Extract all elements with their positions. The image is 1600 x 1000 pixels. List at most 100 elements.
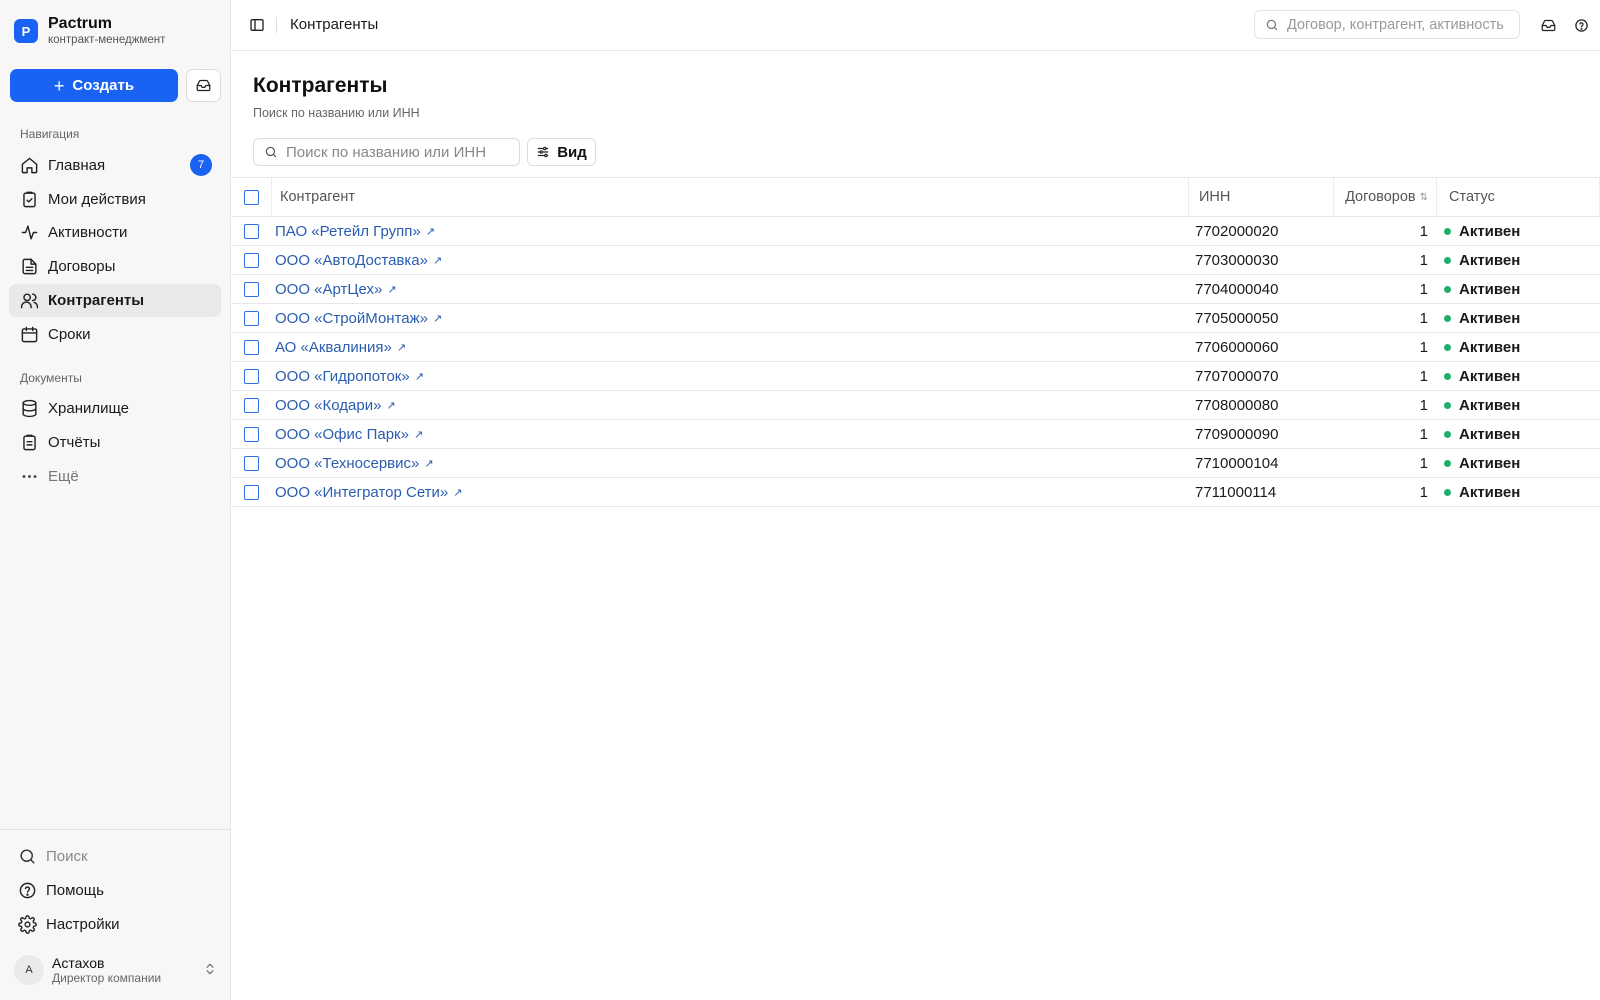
- contracts-count-cell: 1: [1419, 222, 1428, 240]
- counterparty-search[interactable]: [253, 138, 520, 166]
- status-badge: Активен: [1459, 309, 1521, 327]
- counterparties-table: Контрагент ИНН Договоров ⇅ Статус ПАО «Ре…: [231, 177, 1600, 507]
- sidebar-item-reports[interactable]: Отчёты: [9, 426, 221, 459]
- brand-subtitle: контракт-менеджмент: [48, 34, 166, 46]
- inn-cell: 7702000020: [1195, 222, 1279, 240]
- sidebar-item-deadlines[interactable]: Сроки: [9, 318, 221, 351]
- counterparty-search-input[interactable]: [286, 143, 516, 161]
- sidebar-item-contracts[interactable]: Договоры: [9, 250, 221, 283]
- sidebar-divider: [0, 829, 231, 830]
- contracts-count-cell: 1: [1419, 309, 1428, 327]
- sidebar-item-label: Отчёты: [48, 434, 101, 451]
- counterparty-link[interactable]: ООО «Техносервис»: [275, 455, 419, 472]
- sidebar-item-home[interactable]: Главная 7: [9, 149, 221, 182]
- row-checkbox[interactable]: [243, 252, 259, 268]
- more-icon: [19, 467, 39, 487]
- sidebar-settings[interactable]: Настройки: [9, 908, 221, 941]
- sidebar-item-label: Сроки: [48, 326, 91, 343]
- inbox-icon[interactable]: [1538, 15, 1558, 35]
- row-checkbox[interactable]: [243, 484, 259, 500]
- counterparty-link[interactable]: ООО «СтройМонтаж»: [275, 310, 428, 327]
- global-search[interactable]: [1254, 10, 1520, 39]
- topbar-divider: [276, 17, 277, 33]
- sidebar-item-more[interactable]: Ещё: [9, 460, 221, 493]
- page-subtitle: Поиск по названию или ИНН: [253, 106, 420, 120]
- sliders-icon: [537, 146, 549, 158]
- row-checkbox[interactable]: [243, 281, 259, 297]
- status-badge: Активен: [1459, 367, 1521, 385]
- table-row[interactable]: АО «Аквалиния» ↗ 7706000060 1 Активен: [231, 333, 1600, 362]
- chevrons-up-down-icon: [203, 961, 217, 982]
- table-body: ПАО «Ретейл Групп» ↗ 7702000020 1 Активен ООО…: [231, 217, 1600, 507]
- help-icon: [17, 881, 37, 901]
- activity-icon: [19, 223, 39, 243]
- avatar: А: [14, 955, 44, 985]
- column-header-status[interactable]: Статус: [1436, 177, 1600, 217]
- table-row[interactable]: ООО «Техносервис» ↗ 7710000104 1 Активен: [231, 449, 1600, 478]
- select-all-checkbox[interactable]: [243, 189, 259, 205]
- status-cell: Активен: [1436, 449, 1600, 478]
- status-cell: Активен: [1436, 275, 1600, 304]
- table-row[interactable]: ООО «Офис Парк» ↗ 7709000090 1 Активен: [231, 420, 1600, 449]
- external-link-icon: ↗: [425, 225, 435, 238]
- counterparty-link[interactable]: АО «Аквалиния»: [275, 339, 392, 356]
- counterparty-link[interactable]: ООО «АртЦех»: [275, 281, 382, 298]
- status-dot: [1444, 227, 1451, 235]
- row-checkbox[interactable]: [243, 426, 259, 442]
- row-checkbox[interactable]: [243, 397, 259, 413]
- inn-cell: 7710000104: [1195, 454, 1279, 472]
- status-badge: Активен: [1459, 338, 1521, 356]
- sidebar-item-counterparties[interactable]: Контрагенты: [9, 284, 221, 317]
- table-row[interactable]: ПАО «Ретейл Групп» ↗ 7702000020 1 Активен: [231, 217, 1600, 246]
- global-search-input[interactable]: [1287, 16, 1509, 33]
- status-dot: [1444, 256, 1451, 264]
- sidebar-search[interactable]: Поиск: [9, 840, 221, 873]
- search-icon: [1266, 19, 1278, 30]
- sidebar-toggle-icon[interactable]: [247, 15, 267, 35]
- counterparty-link[interactable]: ООО «Интегратор Сети»: [275, 484, 448, 501]
- sidebar-item-my-actions[interactable]: Мои действия: [9, 183, 221, 216]
- sidebar-item-activities[interactable]: Активности: [9, 216, 221, 249]
- counterparty-link[interactable]: ООО «Кодари»: [275, 397, 381, 414]
- table-row[interactable]: ООО «АвтоДоставка» ↗ 7703000030 1 Активен: [231, 246, 1600, 275]
- table-row[interactable]: ООО «СтройМонтаж» ↗ 7705000050 1 Активен: [231, 304, 1600, 333]
- create-button[interactable]: + Создать: [10, 69, 178, 102]
- help-icon[interactable]: [1571, 15, 1591, 35]
- sidebar-help[interactable]: Помощь: [9, 874, 221, 907]
- table-row[interactable]: ООО «Гидропоток» ↗ 7707000070 1 Активен: [231, 362, 1600, 391]
- sidebar-inbox-button[interactable]: [186, 69, 221, 102]
- column-header-contracts[interactable]: Договоров ⇅: [1333, 177, 1436, 217]
- brand[interactable]: P Pactrum контракт-менеджмент: [14, 15, 165, 47]
- page-title: Контрагенты: [253, 74, 388, 97]
- inn-cell: 7709000090: [1195, 425, 1279, 443]
- user-menu[interactable]: А Астахов Директор компании: [14, 952, 221, 988]
- column-header-inn[interactable]: ИНН: [1188, 177, 1333, 217]
- column-header-label: Контрагент: [280, 189, 355, 205]
- row-checkbox[interactable]: [243, 339, 259, 355]
- row-checkbox[interactable]: [243, 368, 259, 384]
- table-row[interactable]: ООО «Интегратор Сети» ↗ 7711000114 1 Активен: [231, 478, 1600, 507]
- row-checkbox[interactable]: [243, 310, 259, 326]
- counterparty-link[interactable]: ПАО «Ретейл Групп»: [275, 223, 421, 240]
- row-checkbox[interactable]: [243, 455, 259, 471]
- status-cell: Активен: [1436, 217, 1600, 246]
- column-header-name[interactable]: Контрагент: [271, 177, 1188, 217]
- contracts-count-cell: 1: [1419, 280, 1428, 298]
- table-row[interactable]: ООО «Кодари» ↗ 7708000080 1 Активен: [231, 391, 1600, 420]
- counterparty-link[interactable]: ООО «Офис Парк»: [275, 426, 409, 443]
- sidebar-item-storage[interactable]: Хранилище: [9, 392, 221, 425]
- external-link-icon: ↗: [386, 399, 396, 412]
- counterparty-link[interactable]: ООО «АвтоДоставка»: [275, 252, 428, 269]
- row-checkbox[interactable]: [243, 223, 259, 239]
- counterparty-link[interactable]: ООО «Гидропоток»: [275, 368, 410, 385]
- table-row[interactable]: ООО «АртЦех» ↗ 7704000040 1 Активен: [231, 275, 1600, 304]
- status-badge: Активен: [1459, 280, 1521, 298]
- inbox-icon: [196, 79, 211, 92]
- view-button[interactable]: Вид: [527, 138, 596, 166]
- external-link-icon: ↗: [432, 254, 443, 267]
- status-cell: Активен: [1436, 246, 1600, 275]
- status-badge: Активен: [1459, 454, 1521, 472]
- topbar: Контрагенты: [231, 0, 1600, 51]
- brand-logo: P: [14, 19, 38, 43]
- inn-cell: 7705000050: [1195, 309, 1279, 327]
